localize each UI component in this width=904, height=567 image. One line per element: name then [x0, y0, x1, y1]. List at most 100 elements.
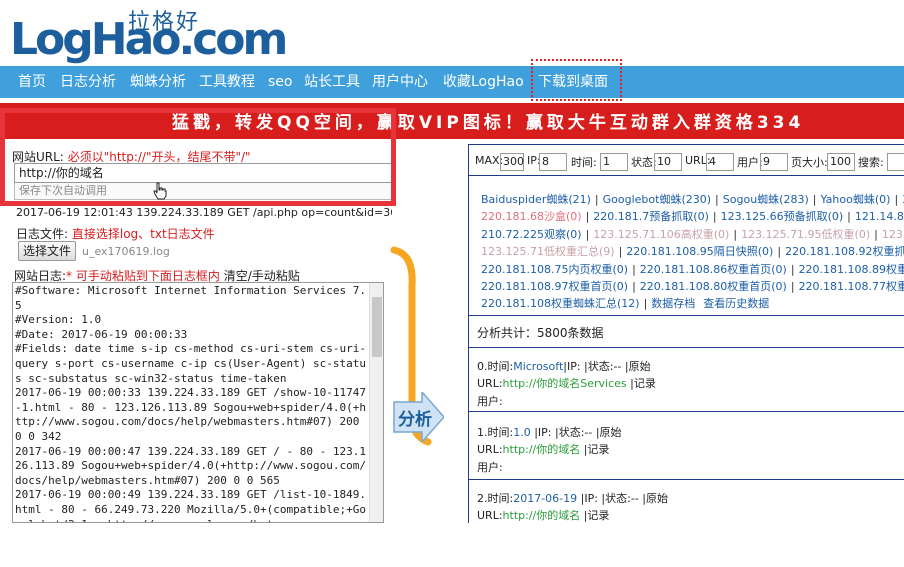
user-input[interactable]: 9 [760, 153, 788, 171]
spider-row-3: 210.72.225观察(0) | 123.125.71.106高权重(0) | 123… [481, 226, 904, 242]
record-url[interactable]: 你的域名Services [536, 377, 626, 390]
analysis-total: 分析共计：5800条数据 [477, 326, 604, 340]
data-archive-link[interactable]: 数据存档 [651, 297, 695, 310]
record-url-label: URL: [477, 443, 503, 456]
site-logo[interactable]: LogHao.com 拉格好 [10, 4, 288, 64]
analyze-button-label[interactable]: 分析 [398, 405, 432, 430]
user-label: 用户: [737, 156, 763, 169]
record-url-prefix[interactable]: http:// [503, 509, 537, 522]
history-data-link[interactable]: 查看历史数据 [703, 297, 769, 310]
record-line-1: 1.时间:1.0 |IP: |状态:-- |原始 [477, 424, 622, 440]
spider-link[interactable]: 220.181.108.97权重首页(0) [481, 280, 628, 293]
record-line-2: URL:http://你的域名 |记录 [477, 441, 609, 457]
record-line-2: URL:http://你的域名Services |记录 [477, 375, 656, 391]
analysis-result-panel: MAX: 300 IP: 8 时间: 1 状态: 10 URL: 4 用户: 9… [468, 144, 904, 523]
spider-link[interactable]: Baiduspider蜘蛛(21) [481, 193, 591, 206]
nav-user-center[interactable]: 用户中心 [372, 66, 428, 98]
filter-bar: MAX: 300 IP: 8 时间: 1 状态: 10 URL: 4 用户: 9… [469, 144, 904, 176]
log-data-label: 网站日志: [14, 269, 67, 283]
spider-link[interactable]: Yahoo蜘蛛(0) [820, 193, 890, 206]
site-header: LogHao.com 拉格好 [0, 0, 904, 66]
spider-row-7: 220.181.108权重蜘蛛汇总(12) | 数据存档 查看历史数据 [481, 297, 770, 310]
spider-link[interactable]: 123.1 [882, 228, 904, 241]
choose-file-button[interactable]: 选择文件 [18, 241, 76, 261]
record-url[interactable]: 你的域名 [536, 509, 580, 522]
spider-row-6: 220.181.108.97权重首页(0) | 220.181.108.80权重首页… [481, 278, 904, 294]
nav-bookmark[interactable]: 收藏LogHao [443, 66, 524, 98]
record-url-prefix[interactable]: http:// [503, 443, 537, 456]
record-line-1: 2.时间:2017-06-19 |IP: |状态:-- |原始 [477, 490, 668, 506]
record-url-tail: |记录 [580, 443, 610, 456]
spider-link[interactable]: 220.181.108.75内页权重(0) [481, 263, 628, 276]
nav-tool-tutorials[interactable]: 工具教程 [199, 66, 255, 98]
spider-link[interactable]: 220.181.7预备抓取(0) [593, 210, 709, 223]
log-scrollbar[interactable] [369, 283, 383, 522]
spider-stats: Baiduspider蜘蛛(21) | Googlebot蜘蛛(230) | Sogou… [469, 184, 904, 316]
spider-link[interactable]: Sogou蜘蛛(283) [723, 193, 809, 206]
spider-link[interactable]: 123.125.66预备抓取(0) [721, 210, 844, 223]
record-url-prefix[interactable]: http:// [503, 377, 537, 390]
spider-row-2: 220.181.68沙盒(0) | 220.181.7预备抓取(0) | 123.125… [481, 208, 904, 224]
logo-cn-text: 拉格好 [128, 10, 201, 35]
spider-link[interactable]: 210.72.225观察(0) [481, 228, 582, 241]
log-scroll-thumb[interactable] [372, 297, 382, 357]
record-meta: |IP: |状态:-- |原始 [577, 492, 668, 505]
record-time: 2017-06-19 [513, 492, 578, 505]
nav-spider-analysis[interactable]: 蜘蛛分析 [130, 66, 186, 98]
spider-link[interactable]: 220.181.108权重蜘蛛汇总(12) [481, 297, 640, 310]
spider-link[interactable]: 123.125.71.106高权重(0) [593, 228, 729, 241]
record-time-label: 1.时间: [477, 426, 514, 439]
record-user: 用户: [477, 395, 503, 408]
spider-link[interactable]: 220.181.108.89权重首 [799, 263, 904, 276]
spider-link[interactable]: 123.125.71.95低权重(0) [741, 228, 870, 241]
file-hint: 直接选择log、txt日志文件 [71, 227, 215, 241]
pagesize-input[interactable]: 100 [827, 153, 855, 171]
record-url-tail: |记录 [580, 509, 610, 522]
nav-log-analysis[interactable]: 日志分析 [60, 66, 116, 98]
selected-file-name: u_ex170619.log [82, 245, 170, 258]
time-input[interactable]: 1 [600, 153, 628, 171]
ip-input[interactable]: 8 [539, 153, 567, 171]
spider-link[interactable]: 123.125.71低权重汇总(9) [481, 245, 615, 258]
url-highlight-box [0, 108, 396, 206]
spider-link[interactable]: 121.14.89 [855, 210, 904, 223]
log-data-hint: * 可手动粘贴到下面日志框内 [66, 269, 220, 283]
pagesize-label: 页大小: [791, 156, 828, 169]
search-input[interactable] [887, 153, 904, 171]
file-label-row: 日志文件: 直接选择log、txt日志文件 [16, 225, 215, 242]
record-meta: |IP: |状态:-- |原始 [530, 426, 622, 439]
status-label: 状态: [631, 156, 657, 169]
spider-link[interactable]: Googlebot蜘蛛(230) [603, 193, 711, 206]
nav-home[interactable]: 首页 [18, 66, 46, 98]
time-label: 时间: [571, 156, 597, 169]
spider-link[interactable]: 220.181.108.80权重首页(0) [640, 280, 787, 293]
search-label: 搜索: [858, 156, 884, 169]
spider-row-1: Baiduspider蜘蛛(21) | Googlebot蜘蛛(230) | Sogou… [481, 191, 904, 207]
recent-log-line: 2017-06-19 12:01:43 139.224.33.189 GET /… [16, 206, 392, 219]
spider-row-4: 123.125.71低权重汇总(9) | 220.181.108.95隔日快照(0)… [481, 243, 904, 259]
main-nav: 首页 日志分析 蜘蛛分析 工具教程 seo 站长工具 用户中心 收藏LogHao… [0, 66, 904, 98]
record-url-label: URL: [477, 509, 503, 522]
log-text-content: #Software: Microsoft Internet Informatio… [15, 284, 366, 522]
spider-link[interactable]: 220.181.108.77权重首 [799, 280, 904, 293]
clear-paste-link[interactable]: 清空/手动粘贴 [224, 269, 300, 283]
log-textarea[interactable]: #Software: Microsoft Internet Informatio… [12, 282, 384, 523]
max-input[interactable]: 300 [500, 153, 524, 171]
spider-link[interactable]: 220.181.108.92权重抓取 [785, 245, 904, 258]
spider-link[interactable]: 220.181.68沙盒(0) [481, 210, 582, 223]
record-time-label: 2.时间: [477, 492, 514, 505]
hand-cursor-icon [153, 182, 167, 200]
record-url-label: URL: [477, 377, 503, 390]
record-url-tail: |记录 [626, 377, 656, 390]
nav-seo[interactable]: seo [268, 66, 292, 98]
url-filter-input[interactable]: 4 [706, 153, 734, 171]
record-meta: |IP: |状态:-- |原始 [563, 360, 651, 373]
spider-link[interactable]: 220.181.108.86权重首页(0) [640, 263, 787, 276]
focus-highlight-box [531, 59, 622, 101]
spider-link[interactable]: 220.181.108.95隔日快照(0) [626, 245, 773, 258]
status-input[interactable]: 10 [654, 153, 682, 171]
log-record: 2.时间:2017-06-19 |IP: |状态:-- |原始 URL:http… [469, 479, 904, 567]
record-line-1: 0.时间:Microsoft|IP: |状态:-- |原始 [477, 358, 651, 374]
record-url[interactable]: 你的域名 [536, 443, 580, 456]
nav-webmaster-tools[interactable]: 站长工具 [304, 66, 360, 98]
